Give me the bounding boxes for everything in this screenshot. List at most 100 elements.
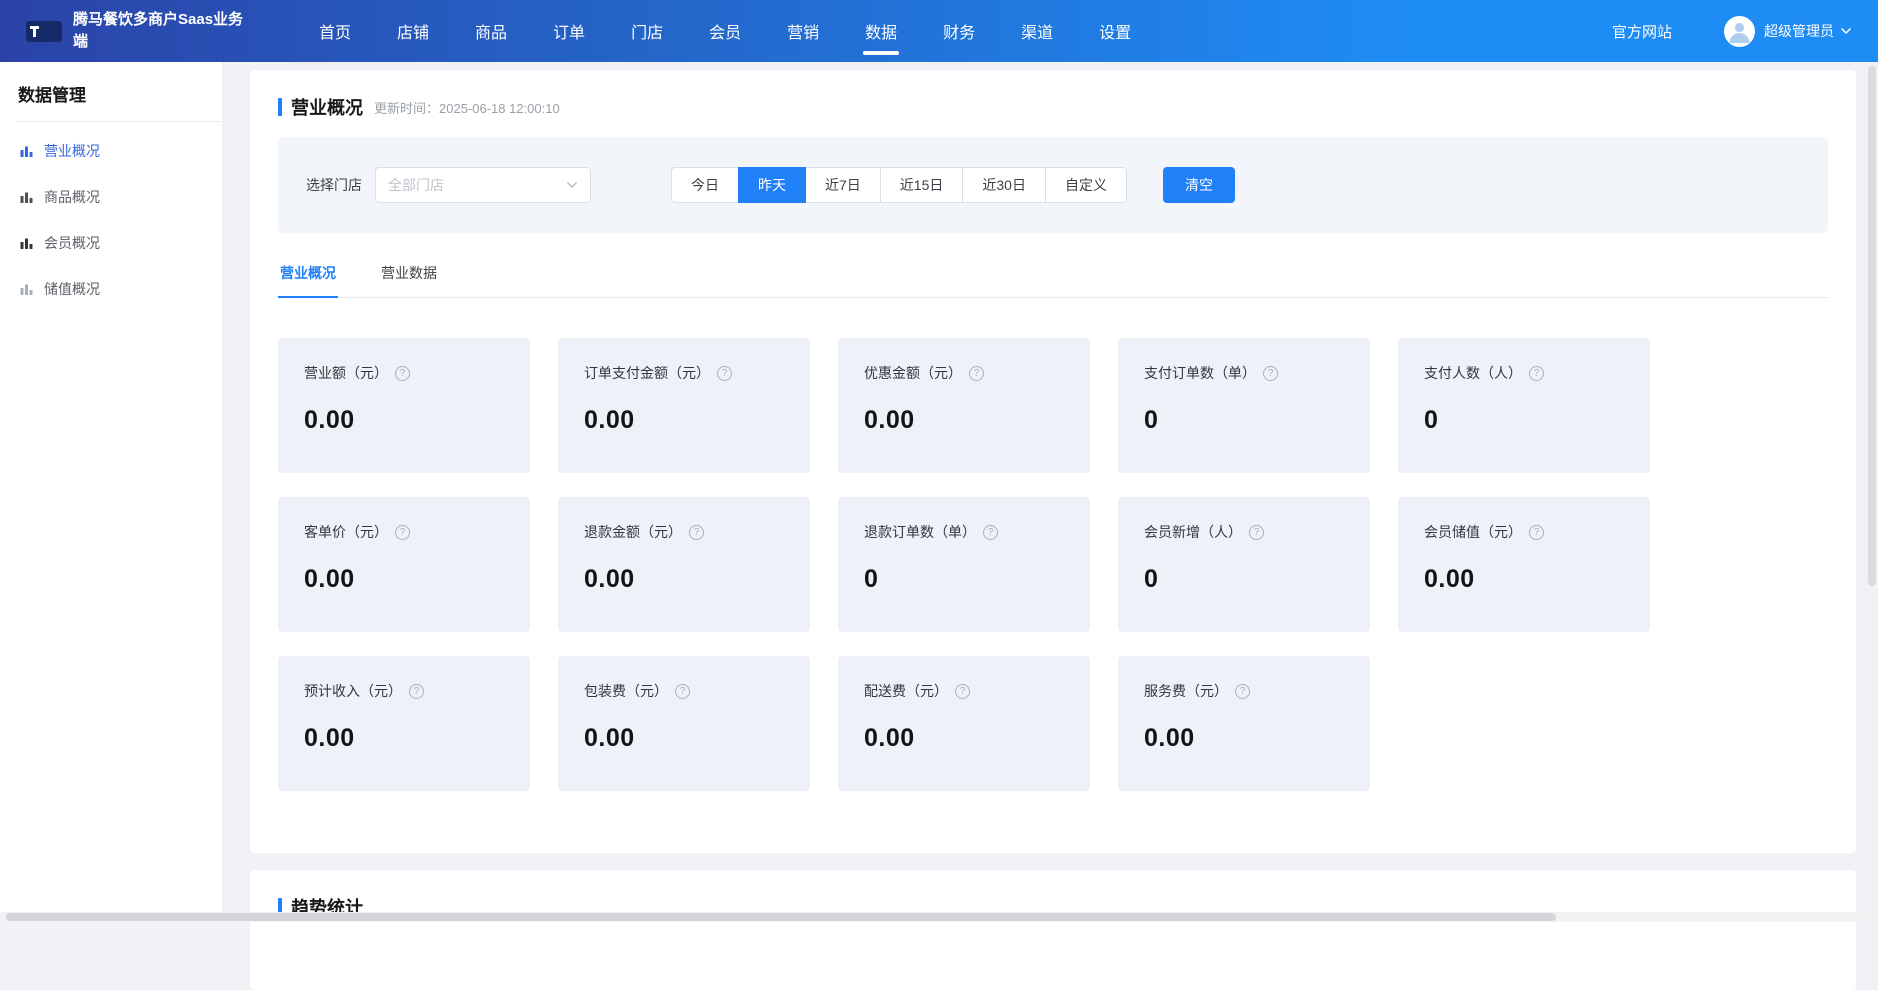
business-overview-panel: 营业概况 更新时间：2025-06-18 12:00:10 选择门店 全部门店 …	[250, 70, 1856, 853]
stat-card: 支付订单数（单） ? 0	[1118, 338, 1370, 473]
date-range-button[interactable]: 近7日	[805, 167, 881, 203]
help-icon[interactable]: ?	[1249, 525, 1264, 540]
sidebar-menu: 营业概况 商品概况 会员概况 储值概况	[16, 128, 206, 312]
help-icon[interactable]: ?	[1263, 366, 1278, 381]
stat-value: 0	[864, 565, 1064, 594]
tab-label: 营业数据	[381, 265, 437, 281]
update-time: 更新时间：2025-06-18 12:00:10	[374, 98, 560, 117]
nav-item-label: 商品	[475, 19, 507, 43]
stat-label: 客单价（元）	[304, 522, 388, 542]
stat-value: 0.00	[304, 724, 504, 753]
tab[interactable]: 营业概况	[278, 263, 338, 298]
help-icon[interactable]: ?	[983, 525, 998, 540]
sidebar-item[interactable]: 储值概况	[16, 266, 206, 312]
sidebar-item[interactable]: 营业概况	[16, 128, 206, 174]
store-select[interactable]: 全部门店	[375, 167, 591, 203]
date-range-button[interactable]: 自定义	[1045, 167, 1127, 203]
stat-label: 预计收入（元）	[304, 681, 402, 701]
horizontal-scrollbar-track	[0, 912, 1878, 922]
nav-item[interactable]: 店铺	[374, 0, 452, 62]
help-icon[interactable]: ?	[717, 366, 732, 381]
sidebar-item-label: 营业概况	[44, 141, 100, 161]
nav-item[interactable]: 商品	[452, 0, 530, 62]
stat-value: 0.00	[584, 406, 784, 435]
sidebar-item-label: 会员概况	[44, 233, 100, 253]
stat-label: 优惠金额（元）	[864, 363, 962, 383]
date-range-label: 自定义	[1065, 175, 1107, 195]
nav-item-label: 门店	[631, 19, 663, 43]
stat-value: 0	[1144, 406, 1344, 435]
avatar[interactable]	[1724, 16, 1755, 47]
stats-grid: 营业额（元） ? 0.00 订单支付金额（元） ? 0.00 优惠金额（元） ?…	[278, 338, 1828, 791]
stat-card: 服务费（元） ? 0.00	[1118, 656, 1370, 791]
help-icon[interactable]: ?	[395, 525, 410, 540]
bar-chart-icon	[20, 144, 34, 158]
official-site-link[interactable]: 官方网站	[1612, 21, 1672, 42]
chevron-down-icon[interactable]	[1840, 27, 1852, 35]
date-range-button[interactable]: 近15日	[880, 167, 964, 203]
stat-value: 0.00	[864, 724, 1064, 753]
stat-label: 会员储值（元）	[1424, 522, 1522, 542]
stat-card: 订单支付金额（元） ? 0.00	[558, 338, 810, 473]
date-range-button[interactable]: 今日	[671, 167, 739, 203]
sidebar-title: 数据管理	[16, 62, 206, 121]
stat-value: 0.00	[1144, 724, 1344, 753]
vertical-scrollbar-thumb[interactable]	[1868, 66, 1876, 586]
page-title: 营业概况	[291, 94, 363, 120]
help-icon[interactable]: ?	[955, 684, 970, 699]
help-icon[interactable]: ?	[969, 366, 984, 381]
user-menu[interactable]: 超级管理员	[1764, 21, 1834, 41]
stat-value: 0.00	[584, 565, 784, 594]
nav-item[interactable]: 门店	[608, 0, 686, 62]
help-icon[interactable]: ?	[1529, 366, 1544, 381]
nav-item[interactable]: 订单	[530, 0, 608, 62]
stat-value: 0	[1144, 565, 1344, 594]
sidebar-item[interactable]: 会员概况	[16, 220, 206, 266]
nav-item-label: 订单	[553, 19, 585, 43]
divider	[16, 121, 222, 122]
sidebar-item-label: 商品概况	[44, 187, 100, 207]
nav-item-label: 设置	[1099, 19, 1131, 43]
top-nav: 腾马餐饮多商户Saas业务端 首页 店铺 商品 订单 门店 会员 营销 数据 财…	[0, 0, 1878, 62]
clear-button[interactable]: 清空	[1163, 167, 1235, 203]
filter-bar: 选择门店 全部门店 今日 昨天 近7日 近15日 近30日 自定义 清空	[278, 137, 1828, 233]
stat-value: 0.00	[304, 565, 504, 594]
nav-item[interactable]: 会员	[686, 0, 764, 62]
stat-card: 退款订单数（单） ? 0	[838, 497, 1090, 632]
stat-label: 订单支付金额（元）	[584, 363, 710, 383]
help-icon[interactable]: ?	[1235, 684, 1250, 699]
help-icon[interactable]: ?	[1529, 525, 1544, 540]
bar-chart-icon	[20, 190, 34, 204]
sidebar-item[interactable]: 商品概况	[16, 174, 206, 220]
sidebar: 数据管理 营业概况 商品概况 会员概况	[0, 62, 222, 922]
date-range-button[interactable]: 昨天	[738, 167, 806, 203]
tab[interactable]: 营业数据	[379, 263, 439, 298]
brand: 腾马餐饮多商户Saas业务端	[26, 9, 254, 53]
tab-bar: 营业概况 营业数据	[278, 263, 1828, 298]
help-icon[interactable]: ?	[675, 684, 690, 699]
stat-card: 包装费（元） ? 0.00	[558, 656, 810, 791]
nav-item[interactable]: 数据	[842, 0, 920, 62]
stat-label: 配送费（元）	[864, 681, 948, 701]
stat-card: 支付人数（人） ? 0	[1398, 338, 1650, 473]
stat-value: 0	[1424, 406, 1624, 435]
stat-card: 会员储值（元） ? 0.00	[1398, 497, 1650, 632]
nav-item[interactable]: 营销	[764, 0, 842, 62]
stat-value: 0.00	[304, 406, 504, 435]
nav-item[interactable]: 财务	[920, 0, 998, 62]
stat-card: 退款金额（元） ? 0.00	[558, 497, 810, 632]
date-range-button[interactable]: 近30日	[962, 167, 1046, 203]
nav-item[interactable]: 首页	[296, 0, 374, 62]
nav-item-label: 渠道	[1021, 19, 1053, 43]
horizontal-scrollbar-thumb[interactable]	[6, 913, 1556, 921]
sidebar-item-label: 储值概况	[44, 279, 100, 299]
main-content: 营业概况 更新时间：2025-06-18 12:00:10 选择门店 全部门店 …	[222, 62, 1866, 922]
nav-item[interactable]: 渠道	[998, 0, 1076, 62]
nav-item[interactable]: 设置	[1076, 0, 1154, 62]
date-range-label: 近15日	[900, 175, 944, 195]
bar-chart-icon	[20, 236, 34, 250]
help-icon[interactable]: ?	[689, 525, 704, 540]
stat-label: 支付订单数（单）	[1144, 363, 1256, 383]
help-icon[interactable]: ?	[409, 684, 424, 699]
help-icon[interactable]: ?	[395, 366, 410, 381]
